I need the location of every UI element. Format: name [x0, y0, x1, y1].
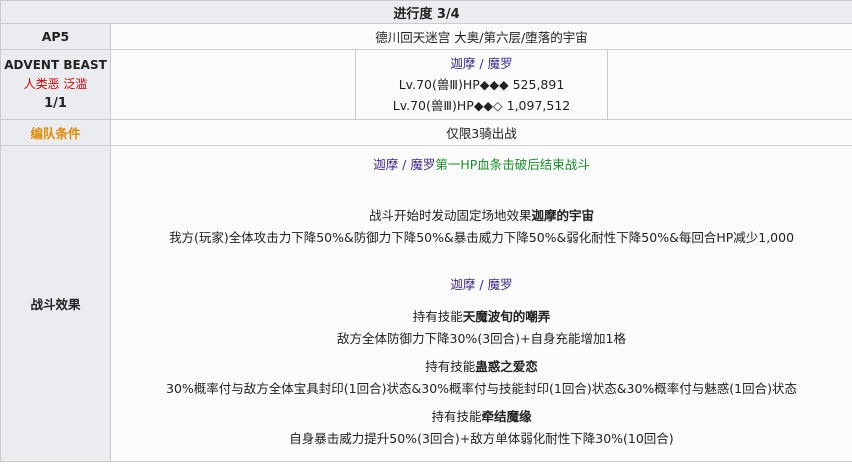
battle-effects-label: 战斗效果 [0, 145, 111, 462]
enemy-name-link[interactable]: 迦摩 / 魔罗 [356, 53, 607, 74]
skill-2-prefix: 持有技能 [425, 359, 476, 374]
skill-2-name: 蛊惑之爱恋 [475, 359, 538, 374]
skill-3: 持有技能牵结魔缘 自身暴击威力提升50%(3回合)+敌方单体弱化耐性下降30%(… [111, 406, 852, 450]
battle-end-condition: 迦摩 / 魔罗第一HP血条击破后结束战斗 [111, 155, 852, 175]
skill-3-name: 牵结魔缘 [481, 409, 532, 424]
enemy-class-name: ADVENT BEAST [4, 58, 107, 72]
skill-3-desc: 自身暴击威力提升50%(3回合)+敌方单体弱化耐性下降30%(10回合) [289, 431, 674, 446]
field-effect-block: 战斗开始时发动固定场地效果迦摩的宇宙 我方(玩家)全体攻击力下降50%&防御力下… [111, 205, 852, 249]
skill-1-name: 天魔波旬的嘲弄 [462, 309, 551, 324]
enemy-slot-empty-right [607, 49, 852, 120]
field-effect-name: 迦摩的宇宙 [531, 208, 595, 223]
quest-info-table: 进行度 3/4 AP5 德川回天迷宫 大奥/第六层/堕落的宇宙 ADVENT B… [0, 0, 852, 462]
wave-count: 1/1 [44, 96, 67, 111]
skill-2-desc: 30%概率付与敌方全体宝具封印(1回合)状态&30%概率付与技能封印(1回合)状… [166, 381, 797, 396]
enemy-card: 迦摩 / 魔罗 Lv.70(兽Ⅲ)HP◆◆◆ 525,891 Lv.70(兽Ⅲ)… [355, 49, 608, 120]
quest-location: 德川回天迷宫 大奥/第六层/堕落的宇宙 [110, 23, 852, 50]
boss-skills-block: 迦摩 / 魔罗 持有技能天魔波旬的嘲弄 敌方全体防御力下降30%(3回合)+自身… [111, 275, 852, 450]
skill-2: 持有技能蛊惑之爱恋 30%概率付与敌方全体宝具封印(1回合)状态&30%概率付与… [111, 356, 852, 400]
ap-cost-label: AP5 [0, 23, 111, 50]
enemy-traits: 人类恶 泛滥 [23, 77, 88, 91]
progress-header: 进行度 3/4 [0, 0, 852, 24]
enemy-hp-bar-2: Lv.70(兽Ⅲ)HP◆◆◇ 1,097,512 [392, 98, 571, 113]
field-effect-desc: 我方(玩家)全体攻击力下降50%&防御力下降50%&暴击威力下降50%&弱化耐性… [168, 230, 795, 245]
skill-1-prefix: 持有技能 [412, 309, 463, 324]
enemy-hp-bar-1: Lv.70(兽Ⅲ)HP◆◆◆ 525,891 [398, 77, 565, 92]
skill-1-desc: 敌方全体防御力下降30%(3回合)+自身充能增加1格 [337, 331, 626, 346]
skill-1: 持有技能天魔波旬的嘲弄 敌方全体防御力下降30%(3回合)+自身充能增加1格 [111, 306, 852, 350]
battle-end-boss-link[interactable]: 迦摩 / 魔罗 [373, 157, 435, 172]
skill-3-prefix: 持有技能 [431, 409, 482, 424]
battle-end-text: 第一HP血条击破后结束战斗 [435, 157, 590, 172]
battle-effects-content: 迦摩 / 魔罗第一HP血条击破后结束战斗 战斗开始时发动固定场地效果迦摩的宇宙 … [110, 145, 852, 462]
class-info-cell: ADVENT BEAST 人类恶 泛滥 1/1 [0, 49, 111, 120]
field-effect-prefix: 战斗开始时发动固定场地效果 [368, 208, 532, 223]
enemy-slot-empty-left [110, 49, 356, 120]
formation-condition-value: 仅限3骑出战 [110, 119, 852, 146]
boss-name-link[interactable]: 迦摩 / 魔罗 [111, 275, 852, 295]
formation-condition-label: 编队条件 [0, 119, 111, 146]
